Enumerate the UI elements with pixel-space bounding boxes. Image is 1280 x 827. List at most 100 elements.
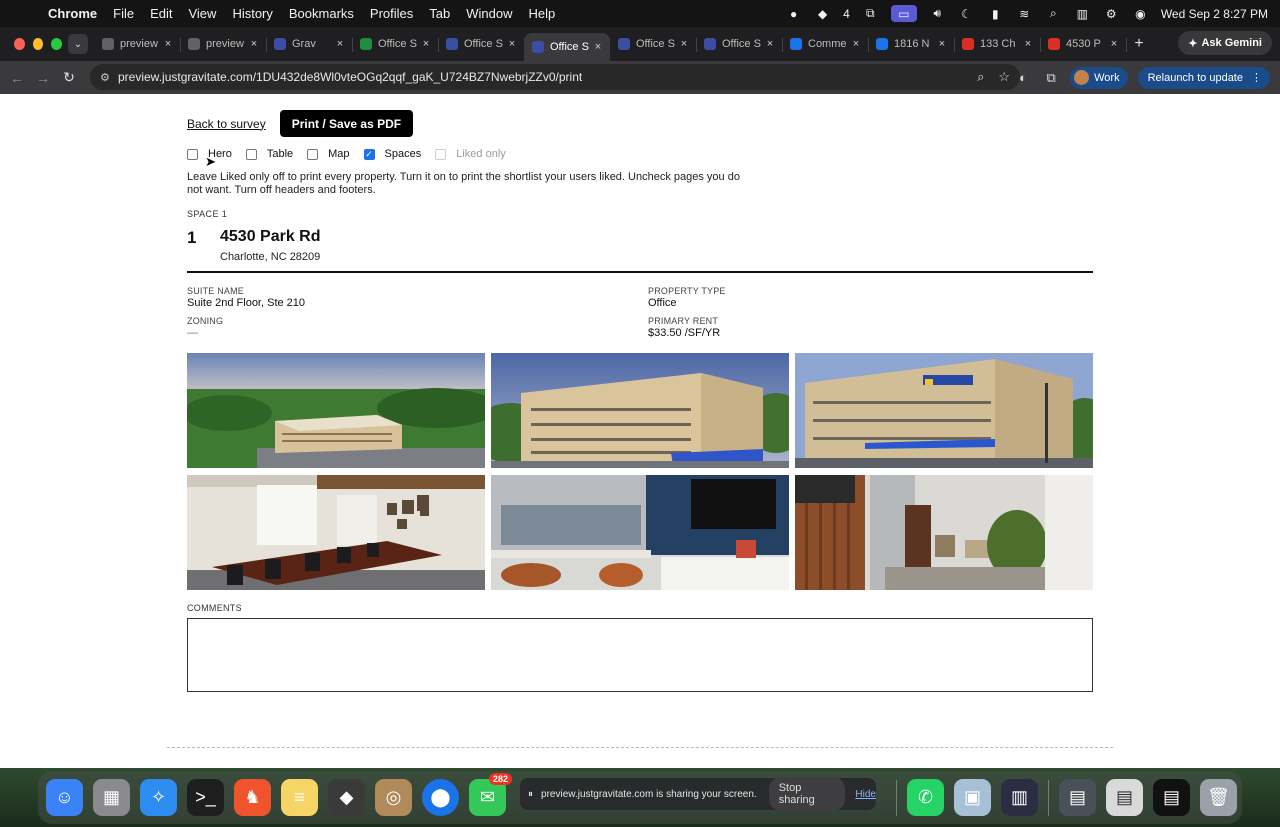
volume-icon[interactable]: 🔊︎ <box>929 6 946 20</box>
site-info-icon[interactable]: ⚙ <box>100 71 118 84</box>
terminal-icon[interactable]: >_ <box>187 779 224 816</box>
minimize-window-button[interactable] <box>32 38 44 50</box>
cube-app-icon[interactable]: ◆ <box>328 779 365 816</box>
option-spaces[interactable]: ✓ Spaces <box>363 148 421 160</box>
browser-tab[interactable]: 4530 P × <box>1040 30 1127 58</box>
menu-app-name[interactable]: Chrome <box>40 6 105 21</box>
browser-tab[interactable]: 133 Ch × <box>954 30 1041 58</box>
window-thumbnail-2[interactable]: ▤ <box>1106 779 1143 816</box>
checkbox[interactable] <box>187 148 198 160</box>
option-map[interactable]: Map <box>307 148 350 160</box>
checkbox[interactable] <box>307 148 319 160</box>
back-to-survey-link[interactable]: Back to survey <box>187 117 266 131</box>
close-tab-icon[interactable]: × <box>334 38 346 50</box>
option-table[interactable]: Table <box>245 148 293 160</box>
profile-button[interactable]: Work <box>1070 66 1128 89</box>
contacts-icon[interactable]: ◎ <box>375 779 412 816</box>
back-arrow-icon[interactable]: ← <box>4 70 30 86</box>
space-label: SPACE 1 <box>187 209 228 219</box>
browser-tab[interactable]: Office S × <box>352 30 439 58</box>
menu-file[interactable]: File <box>105 6 142 21</box>
screen-mirroring-icon[interactable]: ▭ <box>890 5 917 22</box>
wifi-icon[interactable]: ≋ <box>1016 7 1033 21</box>
more-menu-icon[interactable]: ⋮ <box>1251 71 1262 84</box>
close-tab-icon[interactable]: × <box>1108 38 1120 50</box>
menu-tab[interactable]: Tab <box>421 6 458 21</box>
close-tab-icon[interactable]: × <box>1022 38 1034 50</box>
close-tab-icon[interactable]: × <box>678 38 690 50</box>
trash-icon[interactable]: 🗑︎ <box>1200 779 1237 816</box>
browser-tab[interactable]: 1816 N × <box>868 30 955 58</box>
browser-tab[interactable]: Comme × <box>782 30 869 58</box>
whatsapp-icon[interactable]: ✆ <box>907 779 944 816</box>
menu-view[interactable]: View <box>180 6 224 21</box>
browser-tab[interactable]: Office S × <box>696 30 783 58</box>
checkbox[interactable] <box>245 148 257 160</box>
close-tab-icon[interactable]: × <box>850 38 862 50</box>
extension-shield-icon[interactable]: ◐ <box>1014 70 1032 85</box>
menu-edit[interactable]: Edit <box>142 6 180 21</box>
browser-tab[interactable]: preview × <box>180 30 267 58</box>
menubar-clock[interactable]: Wed Sep 2 8:27 PM <box>1161 7 1268 21</box>
menu-history[interactable]: History <box>224 6 280 21</box>
bookmark-star-icon[interactable]: ☆ <box>998 69 1010 85</box>
extensions-puzzle-icon[interactable]: ⧉ <box>1042 70 1060 86</box>
close-tab-icon[interactable]: × <box>936 38 948 50</box>
window-thumbnail-3[interactable]: ▤ <box>1153 779 1190 816</box>
menu-window[interactable]: Window <box>458 6 520 21</box>
forward-arrow-icon[interactable]: → <box>30 70 56 86</box>
spotlight-search-icon[interactable]: ⌕ <box>1045 6 1062 20</box>
pause-icon[interactable]: ⏸︎ <box>528 789 539 800</box>
menu-profiles[interactable]: Profiles <box>362 6 421 21</box>
close-tab-icon[interactable]: × <box>592 41 604 53</box>
brave-icon[interactable]: ♞ <box>234 779 271 816</box>
fullscreen-window-button[interactable] <box>51 38 63 50</box>
stop-sharing-button[interactable]: Stop sharing <box>768 777 846 811</box>
siri-icon[interactable]: ◉ <box>1132 7 1149 21</box>
stats-app-icon[interactable]: ▥ <box>1001 779 1038 816</box>
control-center-icon[interactable]: ⚙ <box>1103 7 1120 21</box>
checkbox[interactable]: ✓ <box>363 148 375 160</box>
stats-icon[interactable]: ▥ <box>1074 7 1091 21</box>
dropbox-icon[interactable]: ◆ <box>814 7 831 21</box>
notes-icon[interactable]: ≡ <box>281 779 318 816</box>
close-tab-icon[interactable]: × <box>506 38 518 50</box>
print-save-pdf-button[interactable]: Print / Save as PDF <box>279 110 414 137</box>
battery-icon[interactable]: ▮ <box>987 7 1004 21</box>
window-thumbnail-1[interactable]: ▤ <box>1059 779 1096 816</box>
url-text[interactable]: preview.justgravitate.com/1DU432de8Wl0vt… <box>118 70 582 84</box>
close-tab-icon[interactable]: × <box>764 38 776 50</box>
profile-name: Work <box>1094 71 1120 84</box>
close-tab-icon[interactable]: × <box>162 38 174 50</box>
close-window-button[interactable] <box>14 38 25 50</box>
hide-banner-link[interactable]: Hide <box>855 789 876 800</box>
focus-moon-icon[interactable]: ☾ <box>958 7 975 21</box>
messages-badge: 282 <box>488 773 512 785</box>
new-tab-button[interactable]: + <box>1126 35 1152 53</box>
screen-share-icon[interactable]: ⧉ <box>862 6 879 20</box>
tab-active[interactable]: Office S × <box>524 33 610 61</box>
menu-help[interactable]: Help <box>521 6 564 21</box>
launchpad-icon[interactable]: ▦ <box>93 779 130 816</box>
browser-tab[interactable]: Office S × <box>438 30 525 58</box>
browser-tab[interactable]: Office S × <box>610 30 697 58</box>
reload-icon[interactable]: ↻ <box>56 69 82 86</box>
close-tab-icon[interactable]: × <box>420 38 432 50</box>
zoom-magnifier-icon[interactable]: ⌕ <box>977 69 984 85</box>
close-tab-icon[interactable]: × <box>248 38 260 50</box>
finder-icon[interactable]: ☺ <box>46 779 83 816</box>
preview-app-icon[interactable]: ▣ <box>954 779 991 816</box>
zoom-status-icon[interactable]: ● <box>785 7 802 21</box>
browser-tab[interactable]: Grav × <box>266 30 353 58</box>
ask-gemini-button[interactable]: ✦ Ask Gemini <box>1178 31 1272 55</box>
tab-search-chevron-icon[interactable]: ⌄ <box>68 34 88 54</box>
browser-tab[interactable]: preview × <box>94 30 181 58</box>
chart-icon <box>876 38 888 50</box>
messages-icon[interactable]: ✉ 282 <box>469 773 512 816</box>
comments-box[interactable] <box>187 618 1093 692</box>
address-bar[interactable]: ⚙ preview.justgravitate.com/1DU432de8Wl0… <box>90 64 1020 90</box>
menu-bookmarks[interactable]: Bookmarks <box>281 6 362 21</box>
safari-icon[interactable]: ✧ <box>140 779 177 816</box>
maps-pin-icon[interactable]: ⬤ <box>422 779 459 816</box>
relaunch-to-update-button[interactable]: Relaunch to update ⋮ <box>1137 66 1270 89</box>
